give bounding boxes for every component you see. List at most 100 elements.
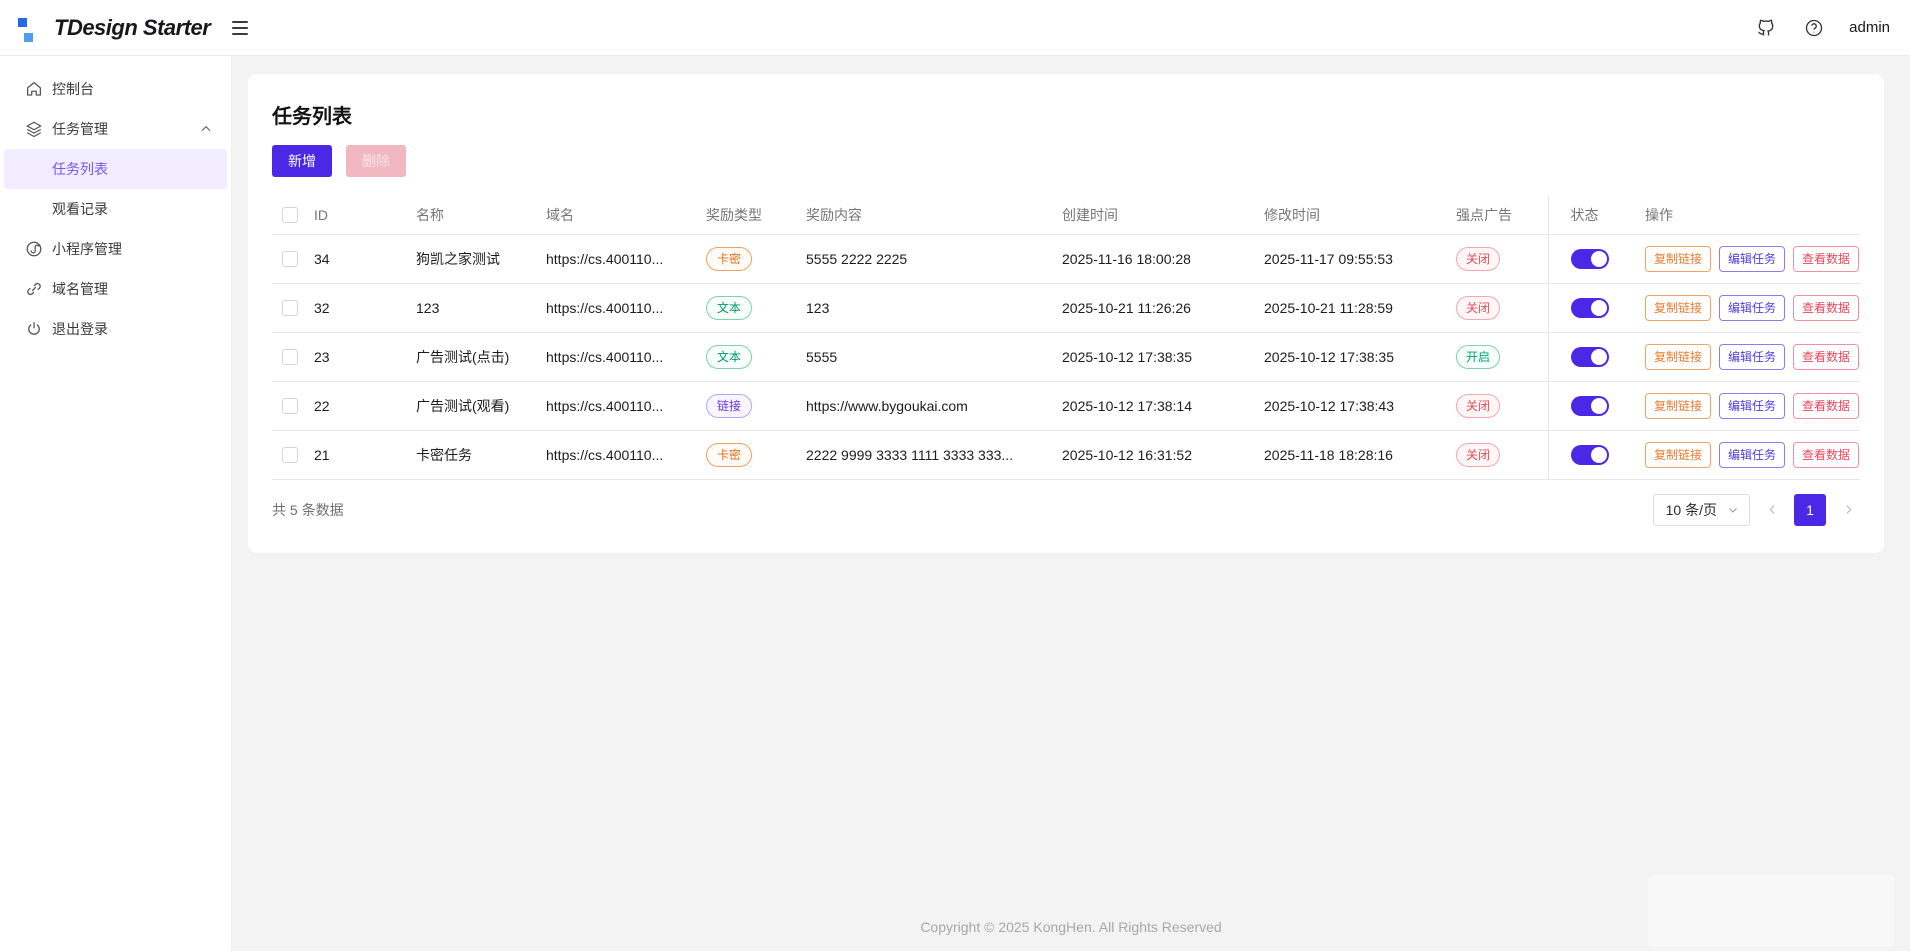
cell-id: 32: [314, 283, 416, 332]
chevron-right-icon: [1842, 503, 1855, 516]
sidebar-item-watch-records[interactable]: 观看记录: [4, 189, 227, 229]
next-page-button[interactable]: [1836, 494, 1860, 526]
cell-reward-content: 5555: [806, 332, 1062, 381]
row-checkbox[interactable]: [282, 349, 298, 365]
view-data-button[interactable]: 查看数据: [1793, 393, 1859, 419]
pagination-bar: 共 5 条数据 10 条/页 1: [272, 494, 1860, 526]
table-header-row: ID 名称 域名 奖励类型 奖励内容 创建时间 修改时间 强点广告 状态 操作: [272, 196, 1860, 234]
user-menu[interactable]: admin: [1849, 19, 1890, 36]
prev-page-button[interactable]: [1760, 494, 1784, 526]
edit-task-button[interactable]: 编辑任务: [1719, 246, 1785, 272]
table-row: 22 广告测试(观看) https://cs.400110... 链接 http…: [272, 381, 1860, 430]
page-number-button[interactable]: 1: [1794, 494, 1826, 526]
force-ad-badge: 关闭: [1456, 247, 1500, 271]
power-icon: [25, 320, 43, 338]
miniprogram-icon: [25, 240, 43, 258]
page-size-select[interactable]: 10 条/页: [1653, 494, 1750, 526]
cell-domain: https://cs.400110...: [546, 332, 706, 381]
column-header-status: 状态: [1548, 196, 1624, 234]
status-toggle[interactable]: [1571, 298, 1609, 318]
column-header-ops: 操作: [1624, 196, 1860, 234]
reward-type-tag: 文本: [706, 296, 752, 320]
sidebar-item-domain-management[interactable]: 域名管理: [4, 269, 227, 309]
table-row: 32 123 https://cs.400110... 文本 123 2025-…: [272, 283, 1860, 332]
home-icon: [25, 80, 43, 98]
cell-domain: https://cs.400110...: [546, 283, 706, 332]
cell-name: 广告测试(观看): [416, 381, 546, 430]
sidebar: 控制台 任务管理 任务列表 观看记录: [0, 56, 232, 951]
cell-reward-content: 123: [806, 283, 1062, 332]
column-header-modified: 修改时间: [1264, 196, 1456, 234]
row-checkbox[interactable]: [282, 300, 298, 316]
github-icon[interactable]: [1755, 17, 1777, 39]
cell-id: 22: [314, 381, 416, 430]
cell-name: 狗凯之家测试: [416, 234, 546, 283]
copyright-text: Copyright © 2025 KongHen. All Rights Res…: [232, 919, 1910, 951]
select-all-checkbox[interactable]: [282, 207, 298, 223]
copy-link-button[interactable]: 复制链接: [1645, 344, 1711, 370]
table-row: 23 广告测试(点击) https://cs.400110... 文本 5555…: [272, 332, 1860, 381]
sidebar-item-console[interactable]: 控制台: [4, 69, 227, 109]
add-button[interactable]: 新增: [272, 145, 332, 177]
cell-reward-content: https://www.bygoukai.com: [806, 381, 1062, 430]
row-checkbox[interactable]: [282, 398, 298, 414]
reward-type-tag: 链接: [706, 394, 752, 418]
view-data-button[interactable]: 查看数据: [1793, 295, 1859, 321]
cell-domain: https://cs.400110...: [546, 234, 706, 283]
sidebar-item-label: 域名管理: [52, 279, 108, 299]
cell-modified-time: 2025-11-18 18:28:16: [1264, 430, 1456, 479]
status-toggle[interactable]: [1571, 396, 1609, 416]
edit-task-button[interactable]: 编辑任务: [1719, 295, 1785, 321]
reward-type-tag: 卡密: [706, 443, 752, 467]
cell-reward-content: 2222 9999 3333 1111 3333 333...: [806, 430, 1062, 479]
layers-icon: [25, 120, 43, 138]
page-title: 任务列表: [272, 100, 1860, 129]
help-icon[interactable]: [1803, 17, 1825, 39]
status-toggle[interactable]: [1571, 249, 1609, 269]
view-data-button[interactable]: 查看数据: [1793, 246, 1859, 272]
edit-task-button[interactable]: 编辑任务: [1719, 393, 1785, 419]
cell-modified-time: 2025-10-21 11:28:59: [1264, 283, 1456, 332]
force-ad-badge: 开启: [1456, 345, 1500, 369]
cell-id: 21: [314, 430, 416, 479]
cell-name: 卡密任务: [416, 430, 546, 479]
delete-button[interactable]: 删除: [346, 145, 406, 177]
cell-modified-time: 2025-10-12 17:38:43: [1264, 381, 1456, 430]
status-toggle[interactable]: [1571, 445, 1609, 465]
cell-id: 23: [314, 332, 416, 381]
app-header: TDesign Starter admin: [0, 0, 1910, 56]
table-row: 21 卡密任务 https://cs.400110... 卡密 2222 999…: [272, 430, 1860, 479]
cell-created-time: 2025-11-16 18:00:28: [1062, 234, 1264, 283]
sidebar-item-task-list[interactable]: 任务列表: [4, 149, 227, 189]
edit-task-button[interactable]: 编辑任务: [1719, 442, 1785, 468]
row-checkbox[interactable]: [282, 251, 298, 267]
copy-link-button[interactable]: 复制链接: [1645, 442, 1711, 468]
sidebar-item-label: 控制台: [52, 79, 94, 99]
cell-modified-time: 2025-11-17 09:55:53: [1264, 234, 1456, 283]
sidebar-item-logout[interactable]: 退出登录: [4, 309, 227, 349]
column-header-force-ad: 强点广告: [1456, 196, 1548, 234]
cell-domain: https://cs.400110...: [546, 381, 706, 430]
chevron-left-icon: [1766, 503, 1779, 516]
cell-name: 123: [416, 283, 546, 332]
view-data-button[interactable]: 查看数据: [1793, 344, 1859, 370]
total-count-text: 共 5 条数据: [272, 500, 344, 520]
copy-link-button[interactable]: 复制链接: [1645, 295, 1711, 321]
edit-task-button[interactable]: 编辑任务: [1719, 344, 1785, 370]
task-list-card: 任务列表 新增 删除 ID 名称 域名 奖励类型: [248, 74, 1884, 553]
link-icon: [25, 280, 43, 298]
task-table: ID 名称 域名 奖励类型 奖励内容 创建时间 修改时间 强点广告 状态 操作: [272, 196, 1860, 480]
sidebar-item-task-management[interactable]: 任务管理: [4, 109, 227, 149]
view-data-button[interactable]: 查看数据: [1793, 442, 1859, 468]
copy-link-button[interactable]: 复制链接: [1645, 246, 1711, 272]
collapse-menu-icon[interactable]: [232, 21, 248, 35]
column-header-name: 名称: [416, 196, 546, 234]
sidebar-item-label: 任务管理: [52, 119, 108, 139]
row-checkbox[interactable]: [282, 447, 298, 463]
status-toggle[interactable]: [1571, 347, 1609, 367]
sidebar-item-miniprogram-management[interactable]: 小程序管理: [4, 229, 227, 269]
cell-reward-content: 5555 2222 2225: [806, 234, 1062, 283]
cell-domain: https://cs.400110...: [546, 430, 706, 479]
copy-link-button[interactable]: 复制链接: [1645, 393, 1711, 419]
force-ad-badge: 关闭: [1456, 394, 1500, 418]
